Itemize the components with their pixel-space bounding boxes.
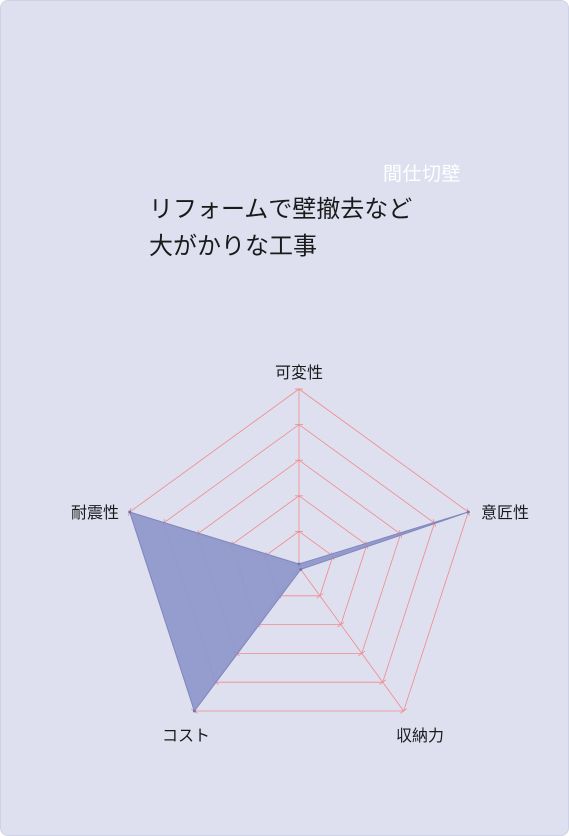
data-point-2	[466, 510, 470, 514]
data-point-4	[192, 709, 196, 713]
radar-chart: 可変性意匠性収納力 コスト 耐震性	[71, 363, 529, 745]
axis-label-2: 意匠性	[481, 503, 529, 522]
info-card: 間仕切壁 リフォームで壁撤去など 大がかりな工事 可変性 意匠性 収納力 コスト 耐震性	[0, 0, 569, 836]
data-point-1	[297, 562, 301, 566]
axis-label-4: コスト	[162, 726, 210, 745]
axis-spoke-3	[298, 566, 404, 712]
axis-label-5: 耐震性	[71, 503, 119, 522]
data-point-5	[128, 510, 132, 514]
axis-label-1: 可変性	[275, 363, 323, 382]
data-point-3	[299, 567, 303, 571]
axis-label-3: 収納力	[396, 726, 444, 745]
